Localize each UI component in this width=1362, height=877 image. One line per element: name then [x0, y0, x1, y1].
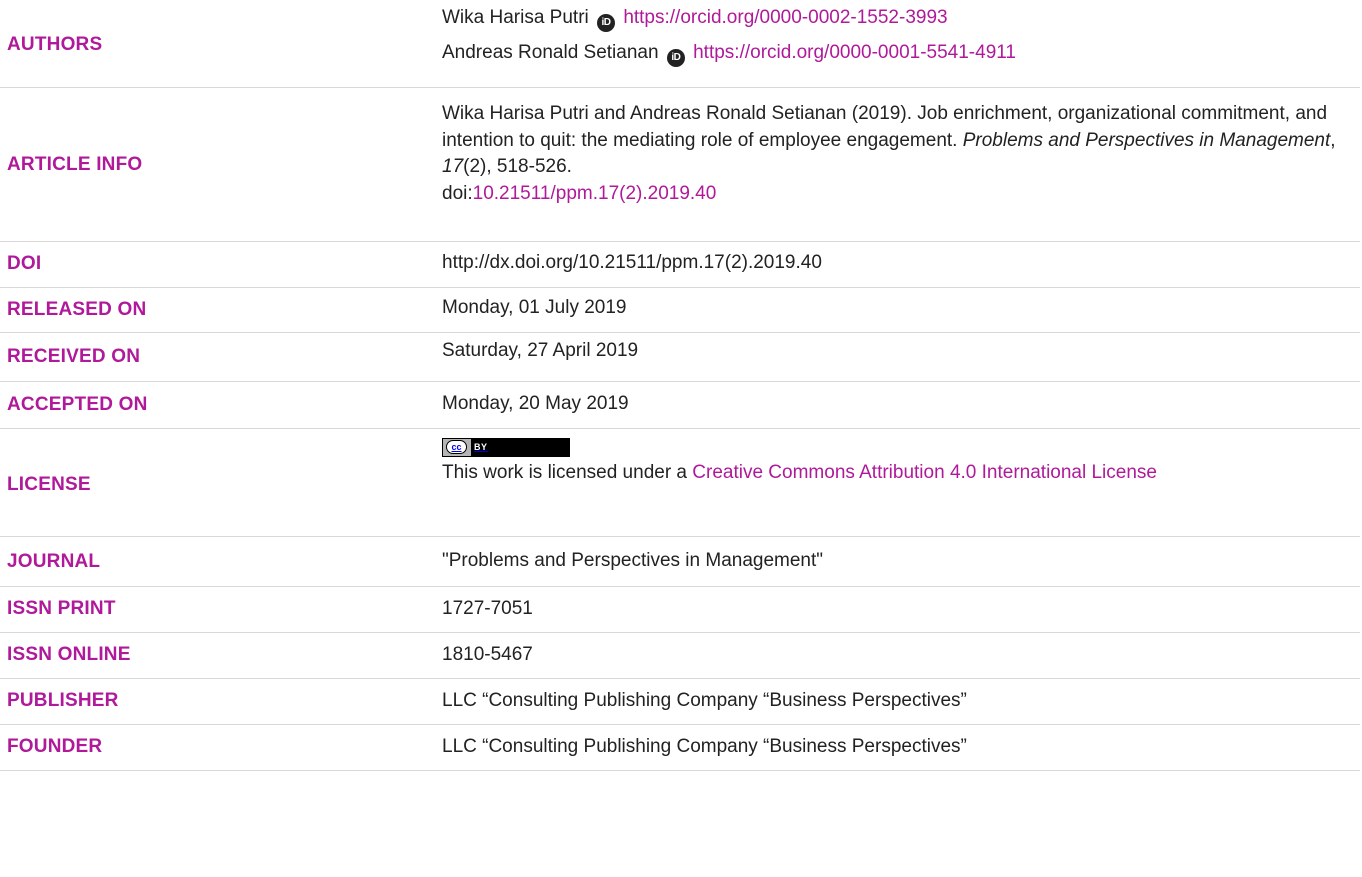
- label-issn-print: ISSN PRINT: [7, 598, 116, 619]
- row-issn-print: ISSN PRINT 1727-7051: [0, 586, 1360, 633]
- label-publisher: PUBLISHER: [7, 690, 119, 711]
- label-issn-online: ISSN ONLINE: [7, 644, 131, 665]
- label-article-info: ARTICLE INFO: [7, 154, 143, 175]
- issn-print-value: 1727-7051: [442, 598, 533, 619]
- row-issn-online: ISSN ONLINE 1810-5467: [0, 632, 1360, 679]
- founder-value: LLC “Consulting Publishing Company “Busi…: [442, 736, 967, 757]
- citation-doi-link[interactable]: 10.21511/ppm.17(2).2019.40: [473, 183, 717, 204]
- author-1-name: Wika Harisa Putri: [442, 7, 589, 28]
- article-metadata-table: AUTHORS Wika Harisa Putri iD https://orc…: [0, 0, 1362, 877]
- author-2-orcid-link[interactable]: https://orcid.org/0000-0001-5541-4911: [693, 42, 1016, 63]
- row-received-on: RECEIVED ON Saturday, 27 April 2019: [0, 332, 1360, 382]
- license-statement: This work is licensed under a: [442, 462, 693, 483]
- license-link[interactable]: Creative Commons Attribution 4.0 Interna…: [692, 462, 1157, 483]
- journal-value: "Problems and Perspectives in Management…: [442, 550, 824, 571]
- row-authors: AUTHORS Wika Harisa Putri iD https://orc…: [0, 0, 1360, 88]
- received-on-value: Saturday, 27 April 2019: [442, 340, 639, 361]
- license-text: This work is licensed under a Creative C…: [442, 459, 1332, 486]
- author-2: Andreas Ronald Setianan iD https://orcid…: [442, 40, 1342, 70]
- label-received-on: RECEIVED ON: [7, 346, 141, 367]
- citation-journal: Problems and Perspectives in Management: [962, 129, 1331, 151]
- authors-list: Wika Harisa Putri iD https://orcid.org/0…: [442, 5, 1342, 70]
- label-accepted-on: ACCEPTED ON: [7, 394, 148, 415]
- row-article-info: ARTICLE INFO Wika Harisa Putri and Andre…: [0, 87, 1360, 242]
- row-doi: DOI http://dx.doi.org/10.21511/ppm.17(2)…: [0, 241, 1360, 288]
- author-1: Wika Harisa Putri iD https://orcid.org/0…: [442, 5, 1342, 35]
- citation-volume: 17: [442, 156, 464, 177]
- author-2-name: Andreas Ronald Setianan: [442, 42, 659, 63]
- label-authors: AUTHORS: [7, 34, 103, 55]
- row-released-on: RELEASED ON Monday, 01 July 2019: [0, 287, 1360, 333]
- license-content: cc BY This work is licensed under a Crea…: [442, 432, 1332, 486]
- cc-icon: cc: [446, 440, 467, 454]
- label-released-on: RELEASED ON: [7, 299, 147, 320]
- accepted-on-value: Monday, 20 May 2019: [442, 393, 629, 414]
- citation-doi-prefix: doi:: [442, 182, 473, 204]
- author-1-orcid-link[interactable]: https://orcid.org/0000-0002-1552-3993: [623, 7, 947, 28]
- row-accepted-on: ACCEPTED ON Monday, 20 May 2019: [0, 381, 1360, 429]
- row-publisher: PUBLISHER LLC “Consulting Publishing Com…: [0, 678, 1360, 725]
- article-citation: Wika Harisa Putri and Andreas Ronald Set…: [442, 101, 1342, 207]
- issn-online-value: 1810-5467: [442, 644, 533, 665]
- label-license: LICENSE: [7, 474, 91, 495]
- orcid-icon: iD: [597, 14, 616, 32]
- row-founder: FOUNDER LLC “Consulting Publishing Compa…: [0, 724, 1360, 771]
- cc-by-label: BY: [474, 442, 488, 452]
- cc-by-license-badge[interactable]: cc BY: [442, 437, 570, 457]
- released-on-value: Monday, 01 July 2019: [442, 297, 627, 318]
- orcid-icon: iD: [666, 49, 685, 67]
- doi-value: http://dx.doi.org/10.21511/ppm.17(2).201…: [442, 252, 822, 273]
- label-doi: DOI: [7, 253, 42, 274]
- row-license: LICENSE cc BY This work is licensed unde…: [0, 428, 1360, 537]
- label-journal: JOURNAL: [7, 551, 101, 572]
- publisher-value: LLC “Consulting Publishing Company “Busi…: [442, 690, 967, 711]
- citation-issue-pages: (2), 518-526.: [463, 156, 572, 177]
- citation-sep: ,: [1330, 129, 1336, 151]
- label-founder: FOUNDER: [7, 736, 103, 757]
- row-journal: JOURNAL "Problems and Perspectives in Ma…: [0, 536, 1360, 587]
